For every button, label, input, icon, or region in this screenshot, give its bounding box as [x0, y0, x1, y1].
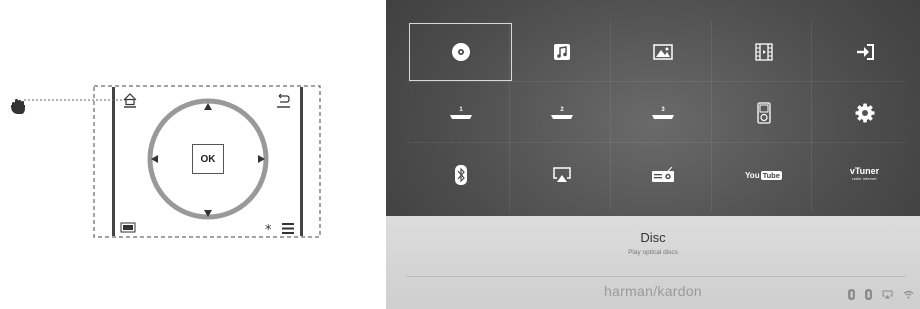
disc-icon [451, 43, 470, 61]
youtube-logo: You Tube [745, 170, 782, 180]
vtuner-text: vTuner [849, 166, 880, 176]
brand-logo: harman/kardon [603, 283, 703, 299]
tile-ipod[interactable] [712, 84, 815, 142]
tile-radio[interactable] [611, 146, 714, 204]
hand-pointer-icon [11, 99, 25, 114]
gear-icon [855, 103, 874, 123]
asterisk-icon: * [265, 223, 272, 238]
tile-music[interactable] [510, 23, 613, 81]
hdmi-number: 1 [459, 107, 463, 113]
input-icon [856, 44, 874, 60]
hdmi-2-icon: 2 [550, 107, 573, 119]
tv-home-screen: 1 2 3 You Tube vTuner radio internet Dis… [386, 0, 920, 309]
airplay-icon [882, 290, 893, 299]
back-icon [277, 93, 290, 108]
tile-input[interactable] [813, 23, 916, 81]
tile-disc[interactable] [409, 23, 512, 81]
radio-icon [651, 167, 674, 182]
airplay-icon [552, 167, 571, 182]
photo-icon [652, 44, 673, 60]
bluetooth-icon [848, 289, 855, 300]
ok-button[interactable]: OK [192, 144, 224, 174]
left-side-bar [112, 87, 115, 236]
tile-airplay[interactable] [510, 146, 613, 204]
selected-source-title: Disc [640, 230, 666, 245]
tile-photos[interactable] [611, 23, 714, 81]
hdmi-1-icon: 1 [449, 107, 472, 119]
youtube-text-you: You [745, 170, 760, 180]
hdmi-number: 3 [661, 107, 665, 113]
youtube-text-tube: Tube [760, 170, 782, 180]
menu-icon [282, 223, 294, 234]
tile-video[interactable] [712, 23, 815, 81]
tile-vtuner[interactable]: vTuner radio internet [813, 146, 916, 204]
ipod-icon [756, 102, 771, 124]
wifi-icon [903, 290, 914, 299]
home-icon [123, 93, 137, 108]
right-side-bar [300, 87, 303, 236]
tile-settings[interactable] [813, 84, 916, 142]
info-panel: Disc Play optical discs harman/kardon [386, 216, 920, 309]
tile-hdmi-1[interactable]: 1 [409, 84, 512, 142]
selected-source-description: Play optical discs [628, 249, 678, 256]
tv-input-icon [120, 222, 136, 233]
status-icons [848, 289, 914, 300]
hdmi-number: 2 [560, 107, 564, 113]
music-icon [553, 44, 570, 60]
bluetooth-icon [454, 165, 467, 185]
bluetooth-icon [865, 289, 872, 300]
tile-youtube[interactable]: You Tube [712, 146, 815, 204]
info-divider [406, 276, 906, 277]
tile-hdmi-2[interactable]: 2 [510, 84, 613, 142]
hdmi-3-icon: 3 [651, 107, 674, 119]
vtuner-tagline: radio internet [852, 177, 877, 181]
film-icon [754, 43, 773, 61]
remote-diagram: * OK [0, 0, 380, 309]
source-grid: 1 2 3 You Tube vTuner radio internet [386, 20, 920, 212]
remote-drawing: * [11, 85, 321, 238]
up-arrow-icon [204, 103, 212, 110]
vtuner-logo: vTuner radio internet [850, 167, 879, 183]
tile-bluetooth[interactable] [409, 146, 512, 204]
tile-hdmi-3[interactable]: 3 [611, 84, 714, 142]
